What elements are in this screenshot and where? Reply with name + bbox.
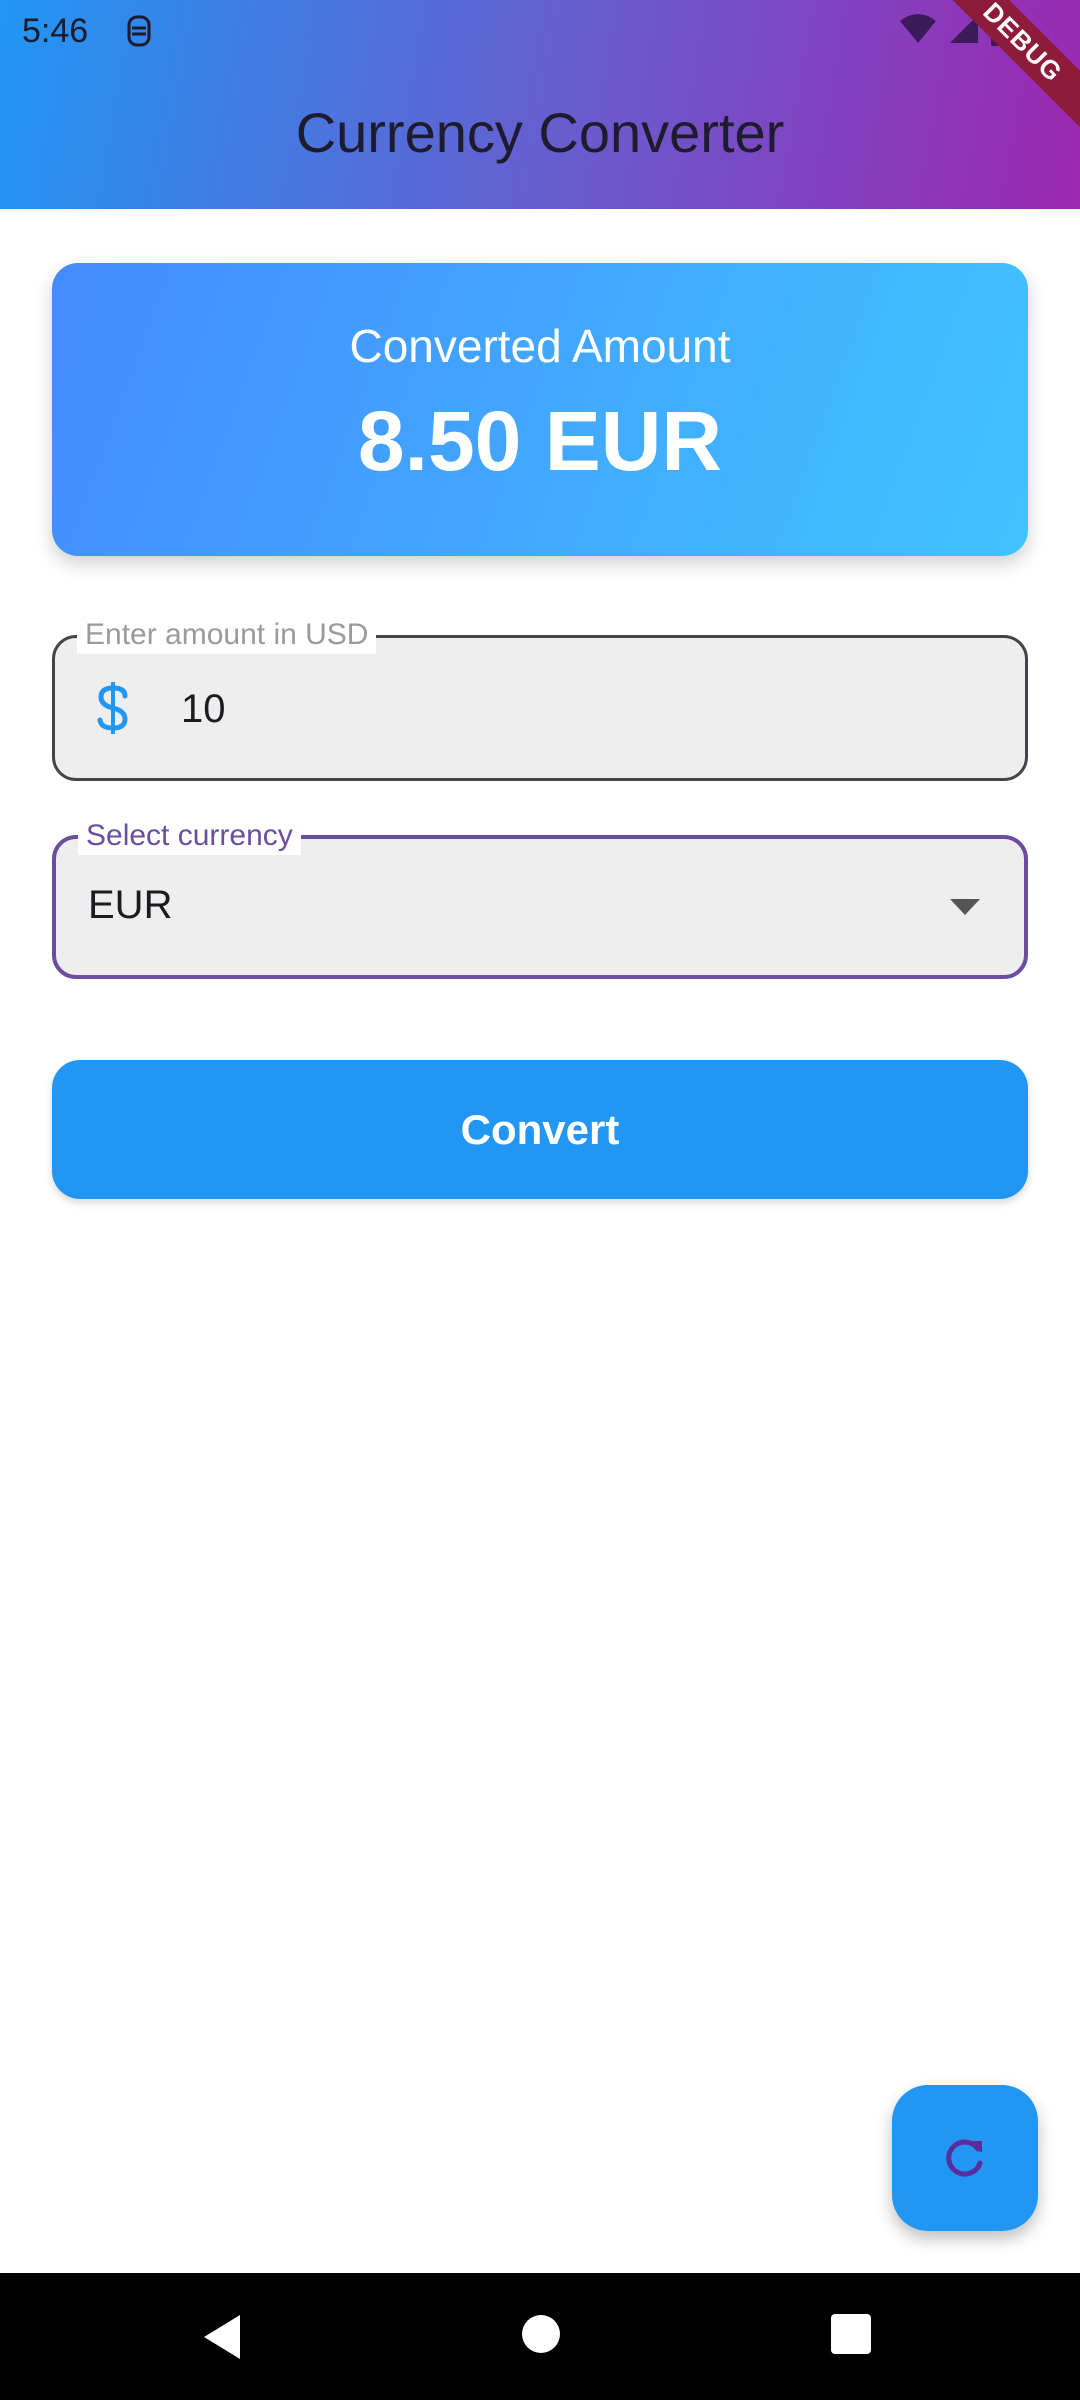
amount-input[interactable] bbox=[181, 674, 981, 744]
refresh-icon bbox=[946, 2139, 983, 2177]
back-icon[interactable] bbox=[200, 2313, 244, 2361]
converted-amount-value: 8.50 EUR bbox=[357, 394, 723, 488]
convert-button[interactable]: Convert bbox=[52, 1060, 1028, 1199]
refresh-fab-button[interactable] bbox=[892, 2085, 1038, 2231]
converted-amount-label: Converted Amount bbox=[349, 320, 731, 372]
system-navigation-bar bbox=[0, 2273, 1080, 2400]
currency-field-label: Select currency bbox=[78, 817, 301, 855]
converted-amount-card: Converted Amount 8.50 EUR bbox=[52, 263, 1028, 556]
recents-icon[interactable] bbox=[830, 2313, 872, 2355]
amount-field[interactable]: Enter amount in USD bbox=[52, 616, 1028, 781]
currency-dropdown[interactable]: Select currency EUR bbox=[52, 817, 1028, 979]
wifi-icon bbox=[900, 14, 936, 43]
notification-icon bbox=[127, 15, 151, 47]
status-time: 5:46 bbox=[22, 12, 89, 50]
home-icon[interactable] bbox=[520, 2313, 562, 2355]
app-header: 5:46 Currency Converter DEBUG bbox=[0, 0, 1080, 209]
app-title: Currency Converter bbox=[295, 101, 785, 164]
dollar-icon bbox=[97, 682, 128, 734]
selected-currency: EUR bbox=[88, 883, 173, 927]
dropdown-arrow-icon[interactable] bbox=[950, 899, 980, 917]
amount-field-label: Enter amount in USD bbox=[77, 616, 377, 654]
